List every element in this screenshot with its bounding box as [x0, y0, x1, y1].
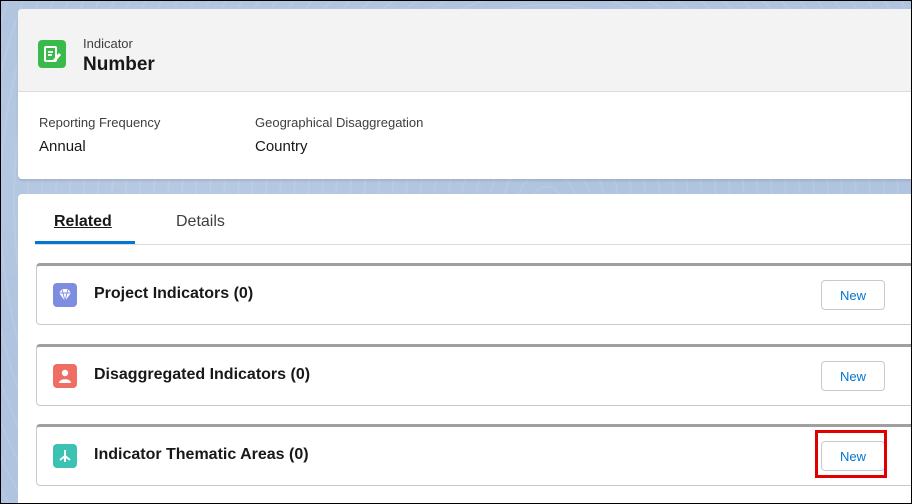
new-indicator-thematic-area-button[interactable]: New — [821, 441, 885, 471]
tab-details[interactable]: Details — [176, 213, 225, 231]
field-label: Reporting Frequency — [39, 115, 161, 130]
gem-icon — [53, 283, 77, 307]
record-header: Indicator Number — [18, 9, 911, 92]
related-list-title[interactable]: Project Indicators (0) — [94, 285, 253, 303]
field-value: Annual — [39, 138, 86, 155]
related-list-title[interactable]: Disaggregated Indicators (0) — [94, 366, 310, 384]
record-highlights: Indicator Number Reporting Frequency Ann… — [18, 9, 911, 179]
new-disaggregated-indicator-button[interactable]: New — [821, 361, 885, 391]
person-icon — [53, 364, 77, 388]
field-reporting-frequency: Reporting Frequency Annual — [39, 115, 160, 155]
indicator-record-icon — [38, 40, 66, 68]
field-label: Geographical Disaggregation — [255, 115, 424, 130]
hierarchy-icon — [53, 444, 77, 468]
related-list-disaggregated-indicators: Disaggregated Indicators (0) New — [36, 344, 911, 406]
object-type-label: Indicator — [83, 36, 133, 51]
related-list-project-indicators: Project Indicators (0) New — [36, 263, 911, 325]
page-frame: Indicator Number Reporting Frequency Ann… — [0, 0, 912, 504]
field-value: Country — [255, 138, 308, 155]
active-tab-indicator — [35, 241, 135, 244]
tab-related[interactable]: Related — [54, 213, 112, 231]
field-geographical-disaggregation: Geographical Disaggregation Country — [255, 115, 423, 155]
new-project-indicator-button[interactable]: New — [821, 280, 885, 310]
related-list-title[interactable]: Indicator Thematic Areas (0) — [94, 446, 309, 464]
tab-bar: Related Details — [35, 194, 911, 245]
related-panel: Related Details Project Indicators (0) N… — [18, 194, 911, 503]
related-list-indicator-thematic-areas: Indicator Thematic Areas (0) New — [36, 424, 911, 486]
record-name: Number — [83, 54, 155, 75]
